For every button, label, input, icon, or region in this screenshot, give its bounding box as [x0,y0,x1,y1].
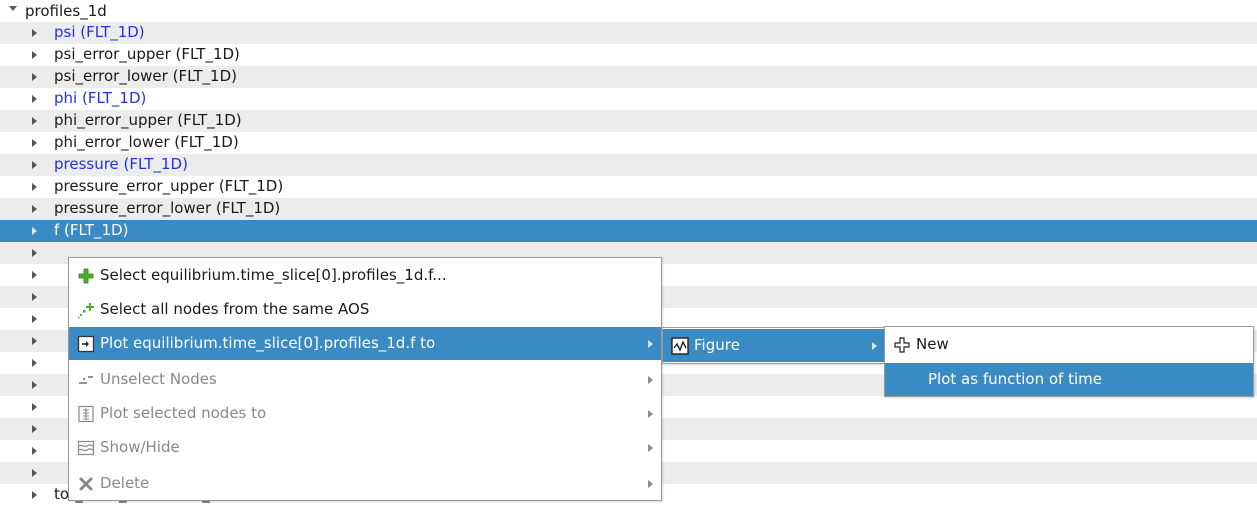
tree-row[interactable]: pressure_error_upper (FLT_1D) [0,176,1257,198]
context-menu-item-label: Unselect Nodes [100,370,217,388]
submenu-arrow-icon [648,376,653,384]
tree-row[interactable]: f (FLT_1D) [0,220,1257,242]
expand-right-icon[interactable] [32,139,37,147]
waveform-icon [671,337,689,355]
context-menu-item-3: Unselect Nodes [69,363,661,396]
unselect-icon [77,371,95,389]
submenu-arrow-icon [648,340,653,348]
delete-icon [77,475,95,493]
plot-selected-icon [77,405,95,423]
context-menu-item-1[interactable]: Select all nodes from the same AOS [69,293,661,326]
context-menu-item-0[interactable]: Select equilibrium.time_slice[0].profile… [69,259,661,292]
context-menu-item-4: Plot selected nodes to [69,397,661,430]
context-menu-item-label: Select all nodes from the same AOS [100,300,370,318]
plot-target-item-0[interactable]: Figure [663,329,885,362]
expand-right-icon[interactable] [32,205,37,213]
tree-row-label: psi (FLT_1D) [54,23,145,41]
green-plus-icon [77,267,95,285]
outline-plus-icon [893,336,911,354]
tree-row-label: phi (FLT_1D) [54,89,147,107]
context-menu-item-label: Show/Hide [100,438,180,456]
expand-right-icon[interactable] [32,337,37,345]
tree-row-label: psi_error_upper (FLT_1D) [54,45,240,63]
expand-right-icon[interactable] [32,447,37,455]
expand-right-icon[interactable] [32,315,37,323]
context-menu-item-label: Select equilibrium.time_slice[0].profile… [100,266,447,284]
context-menu-item-label: Plot equilibrium.time_slice[0].profiles_… [100,334,436,352]
expand-right-icon[interactable] [32,425,37,433]
expand-right-icon[interactable] [32,29,37,37]
context-menu: Select equilibrium.time_slice[0].profile… [68,257,662,501]
tree-row[interactable]: pressure (FLT_1D) [0,154,1257,176]
context-menu-item-2[interactable]: Plot equilibrium.time_slice[0].profiles_… [69,327,661,360]
expand-right-icon[interactable] [32,403,37,411]
tree-row[interactable]: pressure_error_lower (FLT_1D) [0,198,1257,220]
context-menu-item-label: Delete [100,474,150,492]
expand-down-icon[interactable] [9,6,17,11]
tree-row-label: pressure_error_upper (FLT_1D) [54,177,284,195]
figure-submenu: New Plot as function of time [884,326,1254,397]
expand-right-icon[interactable] [32,227,37,235]
expand-right-icon[interactable] [32,51,37,59]
tree-node-profiles-1d[interactable]: profiles_1d [0,0,1257,22]
tree-row-label: psi_error_lower (FLT_1D) [54,67,237,85]
tree-row[interactable]: phi_error_lower (FLT_1D) [0,132,1257,154]
tree-node-label: profiles_1d [25,2,107,20]
expand-right-icon[interactable] [32,293,37,301]
expand-right-icon[interactable] [32,491,37,499]
expand-right-icon[interactable] [32,95,37,103]
expand-right-icon[interactable] [32,469,37,477]
plot-target-submenu: Figure [662,327,886,364]
tree-row[interactable]: phi (FLT_1D) [0,88,1257,110]
figure-item-0[interactable]: New [885,328,1253,361]
tree-row-label: pressure_error_lower (FLT_1D) [54,199,281,217]
expand-right-icon[interactable] [32,183,37,191]
sparkle-plus-icon [77,301,95,319]
figure-item-1[interactable]: Plot as function of time [885,363,1253,396]
tree-row-label: f (FLT_1D) [54,221,129,239]
expand-right-icon[interactable] [32,161,37,169]
expand-right-icon[interactable] [32,249,37,257]
plot-target-item-label: Figure [694,336,740,354]
context-menu-item-6: Delete [69,467,661,500]
tree-row[interactable]: psi (FLT_1D) [0,22,1257,44]
tree-row[interactable]: phi_error_upper (FLT_1D) [0,110,1257,132]
tree-row[interactable]: psi_error_lower (FLT_1D) [0,66,1257,88]
expand-right-icon[interactable] [32,73,37,81]
expand-right-icon[interactable] [32,271,37,279]
figure-item-label: Plot as function of time [928,370,1102,388]
tree-row[interactable]: psi_error_upper (FLT_1D) [0,44,1257,66]
plot-to-icon [77,335,95,353]
tree-row-label: phi_error_lower (FLT_1D) [54,133,239,151]
expand-right-icon[interactable] [32,117,37,125]
context-menu-item-5: Show/Hide [69,431,661,464]
expand-right-icon[interactable] [32,381,37,389]
expand-right-icon[interactable] [32,359,37,367]
submenu-arrow-icon [872,342,877,350]
submenu-arrow-icon [648,480,653,488]
context-menu-item-label: Plot selected nodes to [100,404,267,422]
show-hide-icon [77,439,95,457]
tree-row-label: pressure (FLT_1D) [54,155,188,173]
figure-item-label: New [916,335,949,353]
tree-row-label: phi_error_upper (FLT_1D) [54,111,242,129]
submenu-arrow-icon [648,410,653,418]
submenu-arrow-icon [648,444,653,452]
